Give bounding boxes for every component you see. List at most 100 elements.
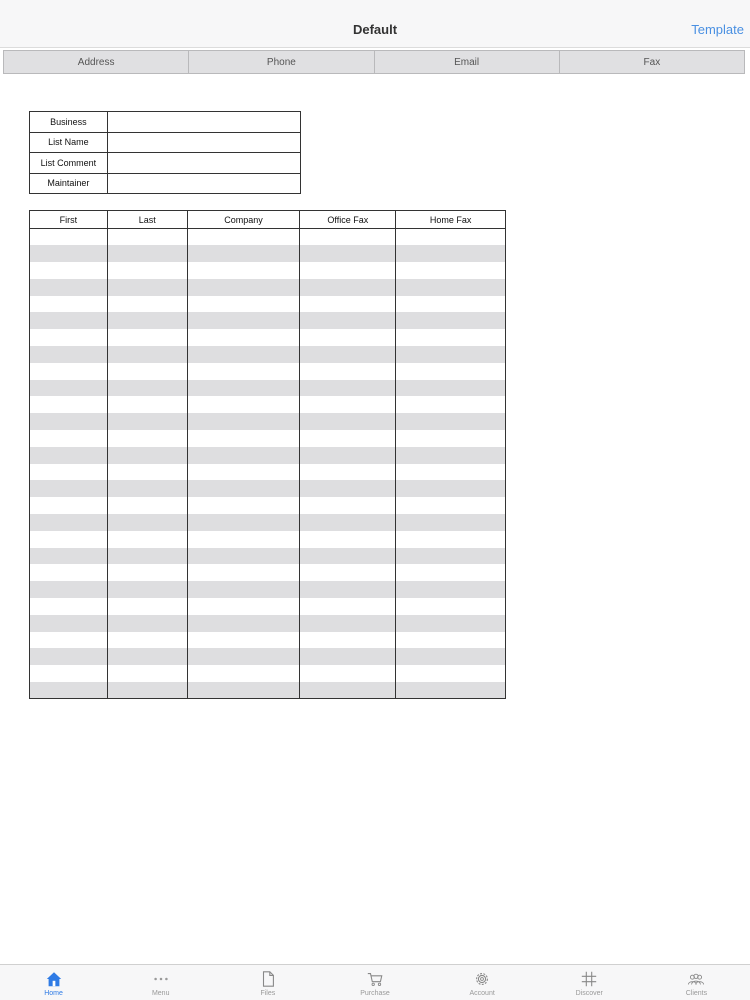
table-cell[interactable] bbox=[299, 245, 397, 263]
table-cell[interactable] bbox=[186, 228, 301, 246]
table-cell[interactable] bbox=[395, 614, 506, 632]
table-cell[interactable] bbox=[29, 514, 108, 531]
tab-account[interactable]: Account bbox=[429, 965, 536, 1000]
table-cell[interactable] bbox=[106, 614, 188, 632]
table-cell[interactable] bbox=[29, 295, 108, 313]
table-cell[interactable] bbox=[106, 396, 188, 414]
tab-files[interactable]: Files bbox=[214, 965, 321, 1000]
table-cell[interactable] bbox=[29, 228, 108, 246]
table-cell[interactable] bbox=[106, 430, 188, 447]
table-cell[interactable] bbox=[106, 278, 188, 296]
table-cell[interactable] bbox=[29, 312, 108, 330]
table-cell[interactable] bbox=[186, 480, 301, 498]
table-cell[interactable] bbox=[29, 530, 108, 548]
table-cell[interactable] bbox=[299, 228, 397, 246]
table-cell[interactable] bbox=[299, 262, 397, 279]
table-cell[interactable] bbox=[29, 665, 108, 683]
table-cell[interactable] bbox=[395, 446, 506, 464]
segment-fax[interactable]: Fax bbox=[560, 51, 744, 73]
table-cell[interactable] bbox=[106, 346, 188, 363]
tab-clients[interactable]: Clients bbox=[643, 965, 750, 1000]
table-cell[interactable] bbox=[106, 480, 188, 498]
table-cell[interactable] bbox=[186, 497, 301, 515]
table-cell[interactable] bbox=[106, 312, 188, 330]
table-cell[interactable] bbox=[186, 430, 301, 447]
table-cell[interactable] bbox=[395, 598, 506, 615]
table-cell[interactable] bbox=[299, 396, 397, 414]
table-cell[interactable] bbox=[299, 648, 397, 666]
table-cell[interactable] bbox=[299, 413, 397, 431]
table-cell[interactable] bbox=[395, 480, 506, 498]
table-cell[interactable] bbox=[395, 413, 506, 431]
table-cell[interactable] bbox=[106, 446, 188, 464]
table-cell[interactable] bbox=[299, 497, 397, 515]
table-cell[interactable] bbox=[299, 312, 397, 330]
table-cell[interactable] bbox=[186, 446, 301, 464]
table-cell[interactable] bbox=[395, 295, 506, 313]
segment-phone[interactable]: Phone bbox=[189, 51, 375, 73]
table-cell[interactable] bbox=[395, 564, 506, 582]
table-cell[interactable] bbox=[395, 312, 506, 330]
table-cell[interactable] bbox=[29, 497, 108, 515]
table-cell[interactable] bbox=[299, 430, 397, 447]
table-cell[interactable] bbox=[106, 362, 188, 380]
table-cell[interactable] bbox=[395, 648, 506, 666]
table-cell[interactable] bbox=[299, 362, 397, 380]
table-cell[interactable] bbox=[395, 278, 506, 296]
table-cell[interactable] bbox=[29, 329, 108, 347]
table-cell[interactable] bbox=[186, 614, 301, 632]
template-button[interactable]: Template bbox=[691, 22, 744, 37]
table-cell[interactable] bbox=[29, 245, 108, 263]
table-cell[interactable] bbox=[29, 463, 108, 481]
business-field[interactable] bbox=[106, 111, 302, 133]
table-cell[interactable] bbox=[29, 278, 108, 296]
table-cell[interactable] bbox=[299, 463, 397, 481]
list-name-field[interactable] bbox=[106, 131, 302, 153]
table-cell[interactable] bbox=[299, 295, 397, 313]
table-cell[interactable] bbox=[186, 598, 301, 615]
table-cell[interactable] bbox=[299, 581, 397, 599]
table-cell[interactable] bbox=[106, 682, 188, 700]
table-cell[interactable] bbox=[186, 665, 301, 683]
table-cell[interactable] bbox=[395, 497, 506, 515]
table-cell[interactable] bbox=[186, 514, 301, 531]
table-cell[interactable] bbox=[29, 598, 108, 615]
table-cell[interactable] bbox=[186, 564, 301, 582]
table-cell[interactable] bbox=[29, 396, 108, 414]
table-cell[interactable] bbox=[186, 329, 301, 347]
table-cell[interactable] bbox=[299, 598, 397, 615]
table-cell[interactable] bbox=[186, 312, 301, 330]
table-cell[interactable] bbox=[29, 631, 108, 649]
table-cell[interactable] bbox=[395, 362, 506, 380]
table-cell[interactable] bbox=[106, 598, 188, 615]
table-cell[interactable] bbox=[395, 245, 506, 263]
table-cell[interactable] bbox=[106, 413, 188, 431]
table-cell[interactable] bbox=[395, 379, 506, 397]
table-cell[interactable] bbox=[186, 682, 301, 700]
table-cell[interactable] bbox=[299, 480, 397, 498]
table-cell[interactable] bbox=[186, 362, 301, 380]
table-cell[interactable] bbox=[106, 379, 188, 397]
table-cell[interactable] bbox=[186, 245, 301, 263]
table-cell[interactable] bbox=[299, 547, 397, 565]
table-cell[interactable] bbox=[299, 530, 397, 548]
table-cell[interactable] bbox=[395, 530, 506, 548]
table-cell[interactable] bbox=[186, 396, 301, 414]
table-cell[interactable] bbox=[395, 346, 506, 363]
table-cell[interactable] bbox=[299, 564, 397, 582]
table-cell[interactable] bbox=[186, 295, 301, 313]
table-cell[interactable] bbox=[395, 665, 506, 683]
table-cell[interactable] bbox=[299, 329, 397, 347]
table-cell[interactable] bbox=[299, 614, 397, 632]
tab-menu[interactable]: Menu bbox=[107, 965, 214, 1000]
segment-email[interactable]: Email bbox=[375, 51, 560, 73]
table-cell[interactable] bbox=[106, 497, 188, 515]
table-cell[interactable] bbox=[29, 362, 108, 380]
table-cell[interactable] bbox=[186, 262, 301, 279]
table-cell[interactable] bbox=[395, 262, 506, 279]
column-header-company[interactable]: Company bbox=[186, 210, 301, 229]
table-cell[interactable] bbox=[29, 262, 108, 279]
list-comment-field[interactable] bbox=[106, 152, 302, 174]
table-cell[interactable] bbox=[106, 530, 188, 548]
table-cell[interactable] bbox=[395, 430, 506, 447]
